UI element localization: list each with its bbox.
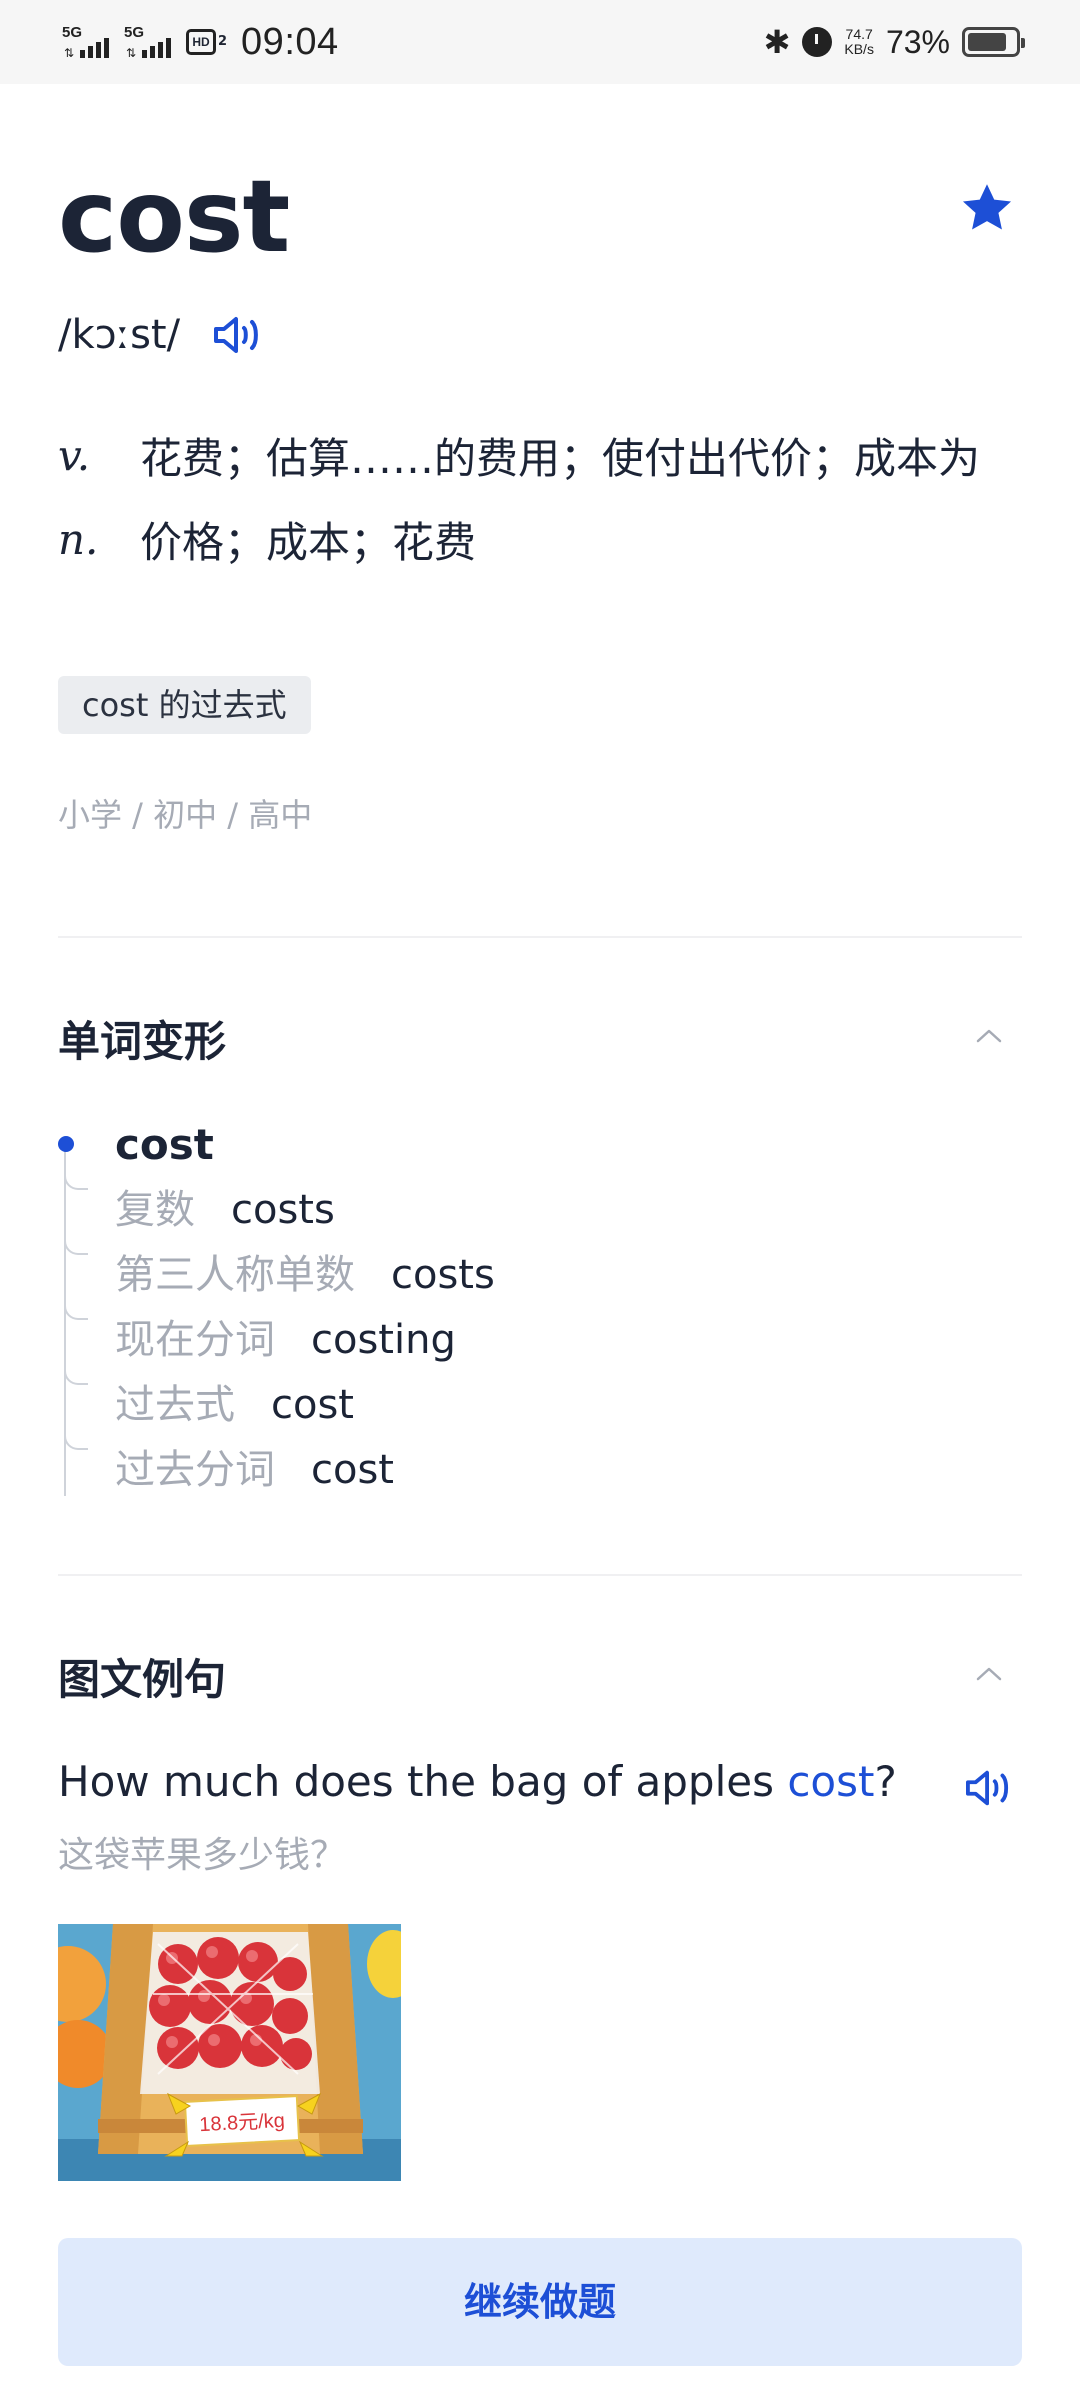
grade-levels: 小学 / 初中 / 高中 [58, 796, 313, 834]
part-of-speech: v. [58, 431, 91, 480]
continue-practice-button[interactable]: 继续做题 [58, 2238, 1022, 2366]
example-image[interactable]: 18.8元/kg [58, 1924, 401, 2181]
example-highlight-word[interactable]: cost [787, 1757, 874, 1806]
form-row: 现在分词 costing [115, 1313, 456, 1367]
example-section-title: 图文例句 [58, 1655, 227, 1704]
form-label: 现在分词 [115, 1317, 275, 1363]
base-form: cost [115, 1120, 214, 1169]
collapse-chevron-icon[interactable] [972, 1025, 1006, 1047]
hd-voice-icon: HD 2 [186, 29, 227, 55]
definition-verb: v. 花费；估算……的费用；使付出代价；成本为 [58, 426, 1028, 492]
form-label: 复数 [115, 1187, 195, 1233]
phonetic-row: /kɔːst/ [58, 305, 266, 365]
form-row: 过去式 cost [115, 1378, 354, 1432]
part-of-speech: n. [58, 515, 99, 564]
example-sentence-start: How much does the bag of apples [58, 1757, 788, 1806]
data-arrows-icon: ⇅ [64, 46, 75, 60]
form-row: 第三人称单数 costs [115, 1248, 495, 1302]
collapse-chevron-icon[interactable] [972, 1663, 1006, 1685]
hd-label: HD [186, 29, 216, 55]
apples-illustration: 18.8元/kg [58, 1924, 401, 2181]
tree-branch [64, 1430, 88, 1450]
price-tag-text: 18.8元/kg [199, 2110, 286, 2136]
pronounce-speaker-icon[interactable] [210, 311, 266, 359]
alarm-icon [802, 27, 833, 57]
battery-icon [962, 27, 1025, 57]
battery-percent: 73% [885, 23, 950, 60]
definition-text: 花费；估算……的费用；使付出代价；成本为 [140, 434, 981, 483]
forms-section-title: 单词变形 [58, 1017, 227, 1066]
form-value[interactable]: cost [311, 1447, 394, 1493]
example-translation: 这袋苹果多少钱？ [58, 1835, 347, 1876]
form-value[interactable]: costing [311, 1317, 456, 1363]
bluetooth-icon: ✱ [763, 23, 791, 61]
form-label: 第三人称单数 [115, 1252, 355, 1298]
form-label: 过去式 [115, 1382, 235, 1428]
hd-sub-label: 2 [218, 34, 228, 49]
signal-icon-sim1: 5G ⇅ [62, 22, 110, 62]
favorite-star-icon[interactable] [958, 180, 1016, 236]
form-value[interactable]: costs [231, 1187, 335, 1233]
form-value[interactable]: costs [391, 1252, 495, 1298]
divider [58, 1574, 1022, 1576]
phonetic: /kɔːst/ [58, 312, 181, 358]
headword: cost [58, 158, 290, 275]
form-row: 过去分词 cost [115, 1443, 394, 1497]
example-sentence: How much does the bag of apples cost? [58, 1757, 897, 1806]
status-left: 5G ⇅ 5G ⇅ HD 2 09:04 [62, 18, 339, 66]
signal-type-label: 5G [62, 24, 83, 41]
signal-icon-sim2: 5G ⇅ [124, 22, 172, 62]
example-sentence-end: ? [874, 1757, 897, 1806]
net-speed: 74.7 KB/s [844, 27, 874, 57]
form-label: 过去分词 [115, 1447, 275, 1493]
data-arrows-icon: ⇅ [126, 46, 137, 60]
clock: 09:04 [241, 20, 339, 63]
tree-branch [64, 1365, 88, 1385]
tree-branch [64, 1235, 88, 1255]
base-form-dot [58, 1136, 74, 1152]
tree-branch [64, 1300, 88, 1320]
definitions: v. 花费；估算……的费用；使付出代价；成本为 n. 价格；成本；花费 [58, 426, 1028, 594]
past-tense-tag[interactable]: cost 的过去式 [58, 676, 311, 734]
status-right: ✱ 74.7 KB/s 73% [763, 18, 1025, 66]
divider [58, 936, 1022, 938]
form-row: 复数 costs [115, 1183, 335, 1237]
form-value[interactable]: cost [271, 1382, 354, 1428]
net-speed-value: 74.7 [845, 26, 873, 42]
definition-text: 价格；成本；花费 [140, 518, 477, 567]
definition-noun: n. 价格；成本；花费 [58, 510, 1028, 576]
example-speaker-icon[interactable] [962, 1765, 1016, 1811]
signal-type-label: 5G [124, 24, 145, 41]
tree-branch [64, 1170, 88, 1190]
status-bar: 5G ⇅ 5G ⇅ HD 2 09:04 ✱ 74.7 KB/s 73% [0, 0, 1080, 84]
battery-fill [968, 33, 1006, 51]
net-speed-unit: KB/s [844, 41, 874, 57]
